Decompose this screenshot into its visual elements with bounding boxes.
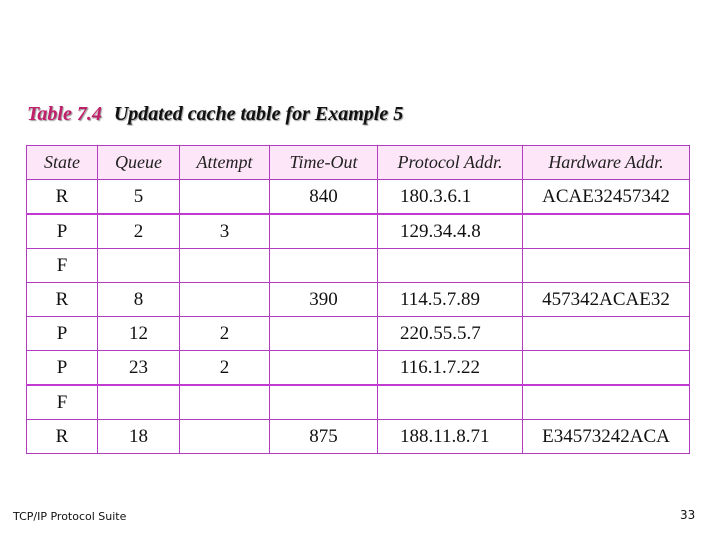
cell-hardware-addr: E34573242ACA (522, 419, 690, 454)
cell-queue (97, 384, 180, 420)
cell-protocol-addr (377, 384, 523, 420)
cell-attempt (179, 282, 270, 317)
cell-hardware-addr: ACAE32457342 (522, 179, 690, 215)
cell-queue: 5 (97, 179, 180, 215)
table-row: P 12 2 220.55.5.7 (26, 316, 690, 351)
cell-queue: 2 (97, 213, 180, 249)
cell-timeout: 875 (269, 419, 378, 454)
cell-protocol-addr: 114.5.7.89 (377, 282, 523, 317)
cell-protocol-addr: 188.11.8.71 (377, 419, 523, 454)
cell-hardware-addr (522, 248, 690, 283)
header-row: State Queue Attempt Time-Out Protocol Ad… (26, 145, 690, 180)
cell-queue: 18 (97, 419, 180, 454)
cell-state: P (26, 213, 98, 249)
cell-attempt: 2 (179, 350, 270, 386)
cell-protocol-addr: 116.1.7.22 (377, 350, 523, 386)
cell-protocol-addr (377, 248, 523, 283)
cell-protocol-addr: 180.3.6.1 (377, 179, 523, 215)
cell-attempt (179, 384, 270, 420)
cell-protocol-addr: 129.34.4.8 (377, 213, 523, 249)
cell-hardware-addr: 457342ACAE32 (522, 282, 690, 317)
cell-timeout (269, 384, 378, 420)
table-row: R 5 840 180.3.6.1 ACAE32457342 (26, 179, 690, 215)
cell-queue: 23 (97, 350, 180, 386)
cell-queue (97, 248, 180, 283)
cell-state: R (26, 419, 98, 454)
cell-queue: 8 (97, 282, 180, 317)
cell-attempt: 3 (179, 213, 270, 249)
cell-state: R (26, 282, 98, 317)
header-timeout: Time-Out (269, 145, 378, 180)
table-row: P 2 3 129.34.4.8 (26, 213, 690, 249)
header-queue: Queue (97, 145, 180, 180)
table-title: Table 7.4 Updated cache table for Example… (27, 103, 403, 126)
header-protocol-addr: Protocol Addr. (377, 145, 523, 180)
footer-book-title: TCP/IP Protocol Suite (13, 510, 127, 523)
cell-timeout: 840 (269, 179, 378, 215)
table-caption: Updated cache table for Example 5 (113, 103, 404, 125)
table-row: P 23 2 116.1.7.22 (26, 350, 690, 386)
cell-state: P (26, 350, 98, 386)
cell-timeout: 390 (269, 282, 378, 317)
cell-timeout (269, 350, 378, 386)
cell-state: R (26, 179, 98, 215)
page-number: 33 (680, 508, 696, 522)
cache-table: State Queue Attempt Time-Out Protocol Ad… (26, 145, 690, 454)
cell-protocol-addr: 220.55.5.7 (377, 316, 523, 351)
cell-attempt: 2 (179, 316, 270, 351)
cell-hardware-addr (522, 316, 690, 351)
cell-state: F (26, 384, 98, 420)
header-attempt: Attempt (179, 145, 270, 180)
cell-state: P (26, 316, 98, 351)
cell-hardware-addr (522, 213, 690, 249)
table-row: R 8 390 114.5.7.89 457342ACAE32 (26, 282, 690, 317)
cell-timeout (269, 248, 378, 283)
cell-timeout (269, 316, 378, 351)
table-row: F (26, 384, 690, 420)
table-number: Table 7.4 (27, 103, 102, 125)
cell-state: F (26, 248, 98, 283)
header-hardware-addr: Hardware Addr. (522, 145, 690, 180)
cell-hardware-addr (522, 350, 690, 386)
cell-attempt (179, 419, 270, 454)
cell-queue: 12 (97, 316, 180, 351)
cell-hardware-addr (522, 384, 690, 420)
header-state: State (26, 145, 98, 180)
cell-attempt (179, 179, 270, 215)
table-row: F (26, 248, 690, 283)
cell-attempt (179, 248, 270, 283)
table-row: R 18 875 188.11.8.71 E34573242ACA (26, 419, 690, 454)
cell-timeout (269, 213, 378, 249)
